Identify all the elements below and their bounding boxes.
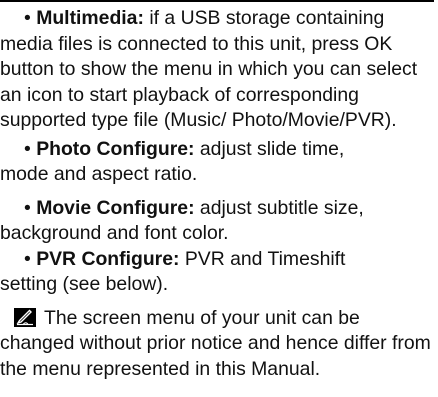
term-photo-configure: Photo Configure:: [36, 137, 195, 160]
bullet-marker: •: [24, 7, 31, 29]
bullet-multimedia: • Multimedia: if a USB storage containin…: [0, 6, 432, 134]
bullet-pvr-configure: • PVR Configure: PVR and Timeshift setti…: [0, 247, 432, 298]
bullet-marker: •: [24, 196, 31, 219]
bullet-movie-configure: • Movie Configure: adjust subtitle size,…: [0, 196, 432, 247]
manual-text: • Multimedia: if a USB storage containin…: [0, 6, 432, 382]
bullet-marker: •: [24, 247, 31, 270]
bullet-first-line: adjust slide time,: [194, 137, 345, 160]
bullet-first-line: if a USB storage containing: [143, 7, 385, 29]
bullet-first-line: adjust subtitle size,: [194, 196, 364, 219]
bullet-first-line: PVR and Timeshift: [179, 247, 346, 270]
note-body: changed without prior notice and hence d…: [0, 332, 431, 380]
bullet-body: setting (see below).: [0, 273, 169, 295]
note-first-line: The screen menu of your unit can be: [44, 306, 360, 329]
note-paragraph: The screen menu of your unit can be chan…: [0, 306, 432, 383]
bullet-photo-configure: • Photo Configure: adjust slide time, mo…: [0, 137, 432, 188]
bullet-body: background and font color.: [0, 222, 229, 244]
bullet-body: media files is connected to this unit, p…: [0, 32, 418, 132]
term-pvr-configure: PVR Configure:: [36, 247, 180, 270]
bullet-body: mode and aspect ratio.: [0, 163, 198, 185]
term-multimedia: Multimedia: [36, 7, 138, 29]
note-pencil-icon: [14, 307, 36, 327]
term-movie-configure: Movie Configure:: [36, 196, 195, 219]
bullet-marker: •: [24, 137, 31, 160]
top-rule: [0, 0, 434, 2]
